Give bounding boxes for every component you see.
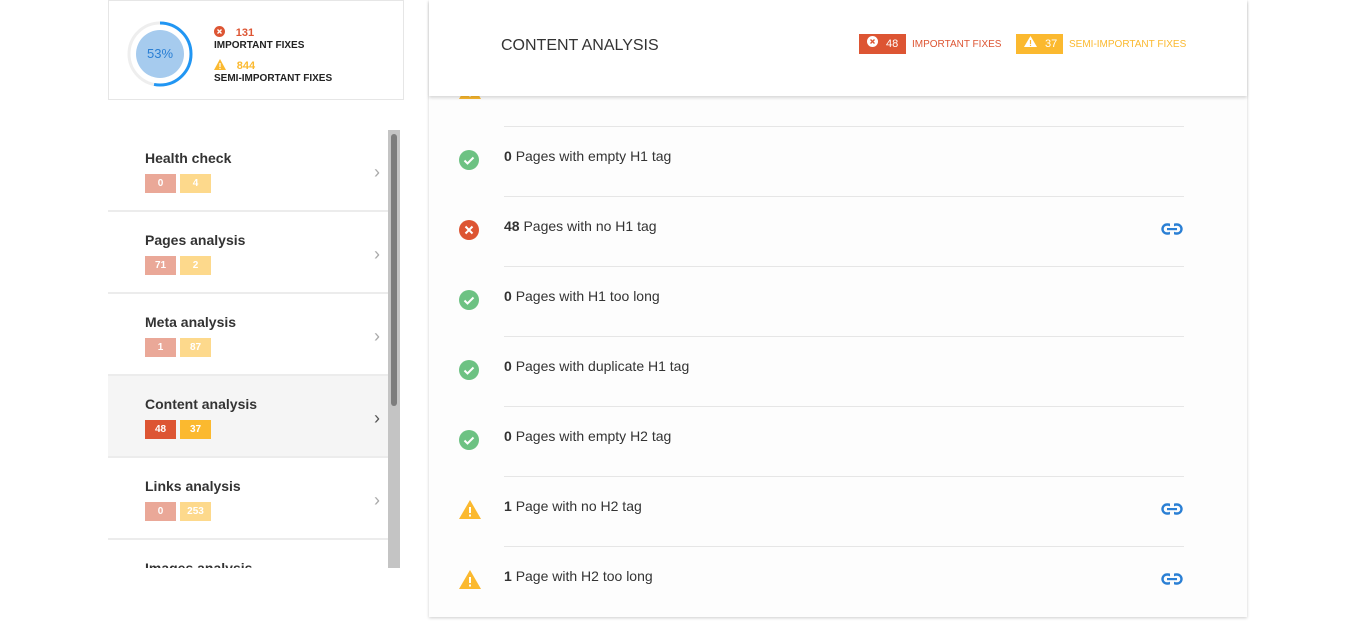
warning-icon [459,500,481,524]
sidebar-item-label: Health check [145,150,232,166]
content-analysis-panel: CONTENT ANALYSIS 48 IMPORTANT FIXES 37 S… [429,0,1247,617]
sidebar-item-label: Meta analysis [145,314,237,330]
semi-count-badge: 253 [180,502,211,521]
warning-icon [1024,34,1037,54]
success-icon [459,430,479,455]
results-list: 0 Pages with empty H1 tag 48 Pages with … [429,96,1247,617]
score-percent: 53% [146,46,174,61]
sidebar-item-label: Images analysis [145,560,253,568]
sidebar-item-content-analysis[interactable]: Content analysis 48 37 › [108,376,400,458]
result-text: 1 Page with no H2 tag [504,498,642,514]
divider [504,196,1184,197]
sidebar-item-links-analysis[interactable]: Links analysis 0 253 › [108,458,400,540]
sidebar-item-images-analysis[interactable]: Images analysis › [108,540,400,568]
panel-header: CONTENT ANALYSIS 48 IMPORTANT FIXES 37 S… [429,0,1247,96]
error-icon [867,34,878,54]
divider [504,546,1184,547]
result-row: 0 Pages with empty H2 tag [429,406,1247,476]
link-icon[interactable] [1161,572,1183,590]
important-count-badge: 71 [145,256,176,275]
important-count-badge: 0 [145,502,176,521]
semi-count-badge: 4 [180,174,211,193]
important-count-badge: 48 [145,420,176,439]
chevron-right-icon: › [374,244,380,264]
result-row: 0 Pages with duplicate H1 tag [429,336,1247,406]
chevron-right-icon: › [374,408,380,428]
result-row: 48 Pages with no H1 tag [429,196,1247,266]
success-icon [459,290,479,315]
chevron-right-icon: › [374,162,380,182]
scrollbar-thumb[interactable] [391,134,397,406]
sidebar-item-label: Links analysis [145,478,241,494]
result-text: 0 Pages with empty H1 tag [504,148,672,164]
summary-card: 53% 131 IMPORTANT FIXES 844 SEMI-IMPORTA… [108,0,404,100]
result-row: 0 Pages with H1 too long [429,266,1247,336]
important-count-badge: 1 [145,338,176,357]
sidebar-item-pages-analysis[interactable]: Pages analysis 71 2 › [108,212,400,294]
result-text: 0 Pages with duplicate H1 tag [504,358,690,374]
result-text: 1 Page with H2 too long [504,568,653,584]
success-icon [459,360,479,385]
analysis-sidebar: Health check 0 4 › Pages analysis 71 2 › M… [108,130,400,568]
warning-icon [459,96,481,104]
semi-label: SEMI-IMPORTANT FIXES [1069,39,1187,50]
error-icon [214,26,225,40]
page-title: CONTENT ANALYSIS [501,37,659,54]
divider [504,406,1184,407]
success-icon [459,150,479,175]
result-row: 0 Pages with empty H1 tag [429,126,1247,196]
divider [504,266,1184,267]
sidebar-item-label: Pages analysis [145,232,246,248]
sidebar-item-health-check[interactable]: Health check 0 4 › [108,130,400,212]
link-icon[interactable] [1161,502,1183,520]
important-count-badge: 0 [145,174,176,193]
result-row [429,96,1247,126]
important-summary: 131 IMPORTANT FIXES [214,26,305,51]
semi-summary: 844 SEMI-IMPORTANT FIXES [214,59,333,84]
semi-count-badge: 87 [180,338,211,357]
chevron-right-icon: › [374,490,380,510]
chevron-right-icon: › [374,326,380,346]
semi-count-badge: 2 [180,256,211,275]
semi-count-badge: 37 [180,420,211,439]
sidebar-item-label: Content analysis [145,396,258,412]
sidebar-item-meta-analysis[interactable]: Meta analysis 1 87 › [108,294,400,376]
divider [504,476,1184,477]
error-icon [459,220,479,245]
divider [504,126,1184,127]
warning-icon [459,570,481,594]
result-row: 1 Page with H2 too long [429,546,1247,616]
result-text: 0 Pages with empty H2 tag [504,428,672,444]
important-label: IMPORTANT FIXES [912,39,1002,50]
divider [504,336,1184,337]
sidebar-scrollbar[interactable] [388,130,400,568]
semi-badge: 37 [1016,34,1063,54]
score-gauge: 53% [127,21,193,87]
link-icon[interactable] [1161,222,1183,240]
result-text: 0 Pages with H1 too long [504,288,660,304]
result-row: 1 Page with no H2 tag [429,476,1247,546]
result-text: 48 Pages with no H1 tag [504,218,657,234]
important-badge: 48 [859,34,906,54]
warning-icon [214,59,226,73]
